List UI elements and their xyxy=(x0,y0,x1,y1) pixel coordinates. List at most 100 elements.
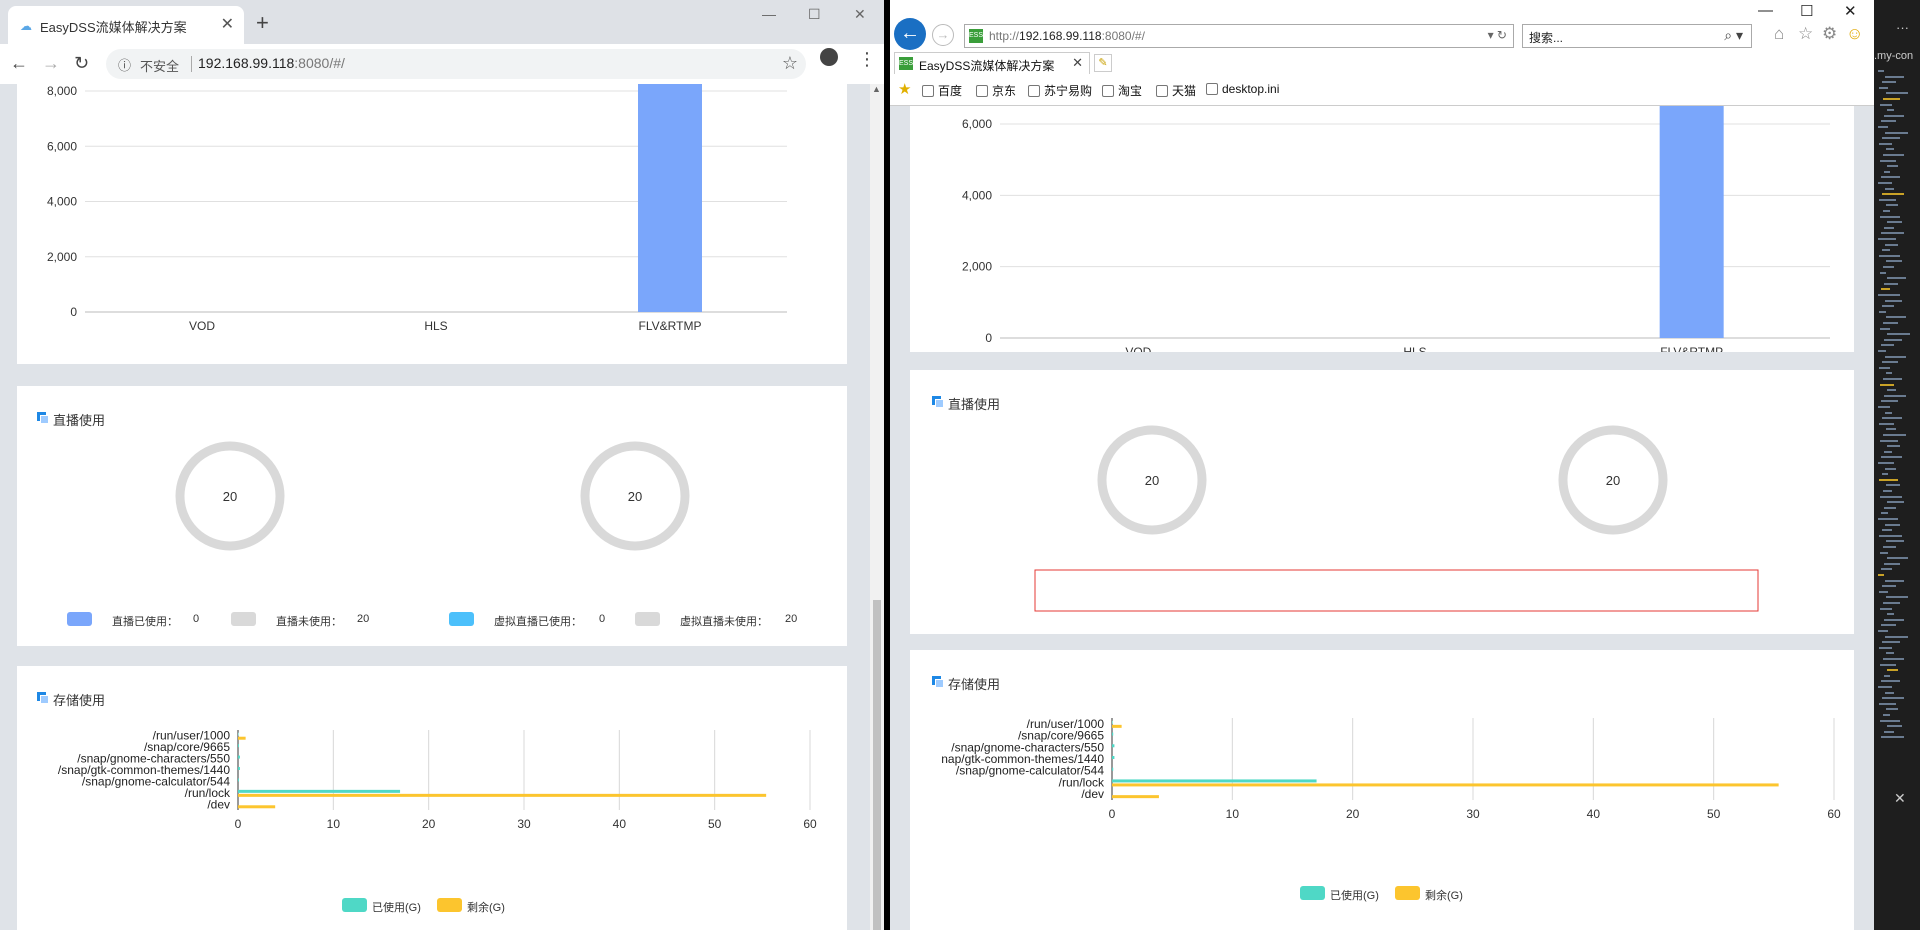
ie-url-text[interactable]: http://192.168.99.118:8080/#/ xyxy=(989,29,1145,43)
minimap-line xyxy=(1878,126,1888,128)
minimap-line xyxy=(1883,98,1900,100)
url-text[interactable]: 192.168.99.118:8080/#/ xyxy=(198,55,345,71)
bar-used xyxy=(238,744,239,748)
minimap-line xyxy=(1887,613,1894,616)
minimap-line xyxy=(1880,607,1892,610)
minimap-line xyxy=(1878,406,1890,408)
reload-button[interactable]: ↻ xyxy=(74,53,89,74)
fav-item-taobao[interactable]: 淘宝 xyxy=(1102,82,1142,99)
bar-used xyxy=(1112,756,1115,759)
editor-minimap[interactable] xyxy=(1874,70,1910,770)
minimap-line xyxy=(1881,512,1888,515)
minimap-line xyxy=(1884,506,1896,509)
home-icon[interactable]: ⌂ xyxy=(1774,24,1784,44)
minimap-line xyxy=(1884,282,1898,285)
minimap-line xyxy=(1887,501,1904,504)
minimap-line xyxy=(1878,294,1900,296)
minimap-line xyxy=(1886,204,1898,207)
chrome-tab[interactable]: ☁ EasyDSS流媒体解决方案 ✕ xyxy=(8,6,244,44)
minimap-line xyxy=(1880,383,1894,386)
minimap-line xyxy=(1880,103,1892,106)
ie-minimize-button[interactable]: — xyxy=(1758,2,1773,19)
minimap-line xyxy=(1885,355,1906,358)
fav-item-suning[interactable]: 苏宁易购 xyxy=(1028,82,1092,99)
address-bar[interactable]: ⓘ 不安全 192.168.99.118:8080/#/ ☆ xyxy=(106,49,806,79)
fav-item-jd[interactable]: 京东 xyxy=(976,82,1016,99)
ie-forward-button[interactable]: → xyxy=(932,24,954,46)
scroll-up-arrow[interactable]: ▲ xyxy=(872,84,881,94)
bar-used xyxy=(1112,720,1113,724)
ie-search-box[interactable]: 搜索... ⌕ ▾ xyxy=(1522,24,1752,48)
editor-tab-name[interactable]: .my-con xyxy=(1874,50,1913,62)
x-tick-label: HLS xyxy=(1403,345,1426,352)
donut-virtual-label: 20 xyxy=(628,489,642,504)
close-icon[interactable]: ✕ xyxy=(221,14,234,34)
minimap-line xyxy=(1881,400,1898,403)
minimap-line xyxy=(1881,232,1904,235)
card-traffic-ie: 0 2,000 4,000 6,000 VOD HLS FLV&RTMP xyxy=(910,106,1854,359)
minimap-line xyxy=(1879,198,1896,201)
legend-vlive-used-label: 虚拟直播已使用： xyxy=(494,616,582,628)
ie-address-bar[interactable]: ESS http://192.168.99.118:8080/#/ ▾ ↻ xyxy=(964,24,1514,48)
bookmark-star-icon[interactable]: ☆ xyxy=(782,53,798,74)
forward-button[interactable]: → xyxy=(42,53,60,74)
ie-back-button[interactable]: ← xyxy=(894,18,926,50)
x-tick-label: 20 xyxy=(422,817,436,831)
minimap-line xyxy=(1885,467,1896,470)
minimap-line xyxy=(1887,445,1900,448)
minimap-line xyxy=(1882,81,1896,84)
minimap-line xyxy=(1885,243,1898,246)
search-icon[interactable]: ⌕ ▾ xyxy=(1724,27,1743,44)
info-icon[interactable]: ⓘ xyxy=(118,55,131,74)
storage-chart-left: 0 10 20 30 40 50 60/dev/run/lock/snap/gnome-ca… xyxy=(58,729,817,831)
minimap-line xyxy=(1879,478,1898,481)
menu-icon[interactable]: ⋮ xyxy=(858,49,876,70)
minimap-line xyxy=(1883,434,1906,436)
fav-item-baidu[interactable]: 百度 xyxy=(922,82,962,99)
fav-item-desktop-ini[interactable]: desktop.ini xyxy=(1206,82,1279,96)
ie-new-tab-button[interactable]: ✎ xyxy=(1094,54,1112,72)
favorites-icon[interactable]: ☆ xyxy=(1798,24,1813,44)
scrollbar-thumb[interactable] xyxy=(873,600,881,930)
live-donuts: 20 20 xyxy=(175,441,690,551)
more-icon[interactable]: ··· xyxy=(1896,20,1909,35)
close-icon[interactable]: ✕ xyxy=(1894,790,1906,807)
maximize-button[interactable]: ☐ xyxy=(808,6,821,23)
x-tick-label: HLS xyxy=(424,319,447,333)
ie-tab[interactable]: ESS EasyDSS流媒体解决方案 ✕ xyxy=(894,52,1090,74)
minimap-line xyxy=(1880,719,1900,722)
ie-maximize-button[interactable]: ☐ xyxy=(1800,2,1813,20)
minimize-button[interactable]: — xyxy=(762,6,776,22)
new-tab-button[interactable]: + xyxy=(256,10,269,36)
site-favicon: ESS xyxy=(899,57,913,70)
bar-chart-left: 0 2,000 4,000 6,000 8,000 VOD HLS FLV&RTMP xyxy=(47,84,787,333)
scrollbar[interactable]: ▲ xyxy=(870,84,884,930)
minimap-line xyxy=(1886,92,1908,95)
x-tick-label: VOD xyxy=(1125,345,1151,352)
refresh-icon[interactable]: ▾ ↻ xyxy=(1488,28,1507,42)
account-icon[interactable] xyxy=(820,48,838,66)
favorites-star-icon[interactable]: ★ xyxy=(898,80,911,98)
x-tick-label: 0 xyxy=(235,817,242,831)
donut-virtual-label-ie: 20 xyxy=(1606,473,1620,488)
bar-used xyxy=(238,789,401,793)
minimap-line xyxy=(1884,226,1894,229)
minimap-line xyxy=(1883,266,1894,268)
minimap-line xyxy=(1882,641,1900,644)
ie-close-button[interactable]: ✕ xyxy=(1844,2,1857,20)
close-icon[interactable]: ✕ xyxy=(1072,55,1083,71)
back-button[interactable]: ← xyxy=(10,53,28,74)
minimap-line xyxy=(1880,159,1896,162)
gear-icon[interactable]: ⚙ xyxy=(1822,24,1837,44)
fav-item-tmall[interactable]: 天猫 xyxy=(1156,82,1196,99)
x-tick-label: 0 xyxy=(1109,807,1116,821)
bar-used xyxy=(1112,779,1317,783)
window-close-button[interactable]: ✕ xyxy=(854,6,866,23)
smiley-icon[interactable]: ☺ xyxy=(1846,24,1863,44)
bar-remain xyxy=(238,736,246,740)
minimap-line xyxy=(1885,635,1908,638)
minimap-line xyxy=(1882,697,1904,700)
x-tick-label: 60 xyxy=(1827,807,1841,821)
chrome-window: ☁ EasyDSS流媒体解决方案 ✕ + — ☐ ✕ ← → ↻ ⓘ 不安全 1… xyxy=(0,0,884,930)
x-tick-label: 10 xyxy=(1226,807,1240,821)
